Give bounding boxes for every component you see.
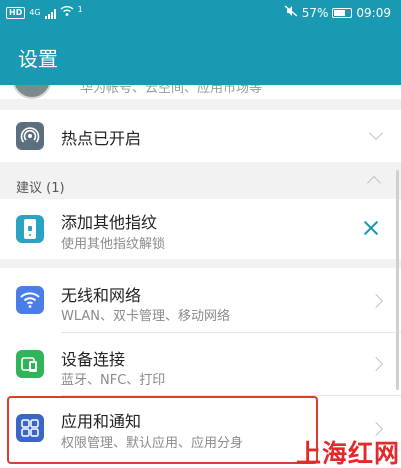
suggestion-title: 添加其他指纹 [61, 213, 158, 232]
list-item-title: 设备连接 [61, 350, 126, 369]
status-bar: HD 4G 1 57% 09:09 [0, 0, 401, 27]
wifi-icon [16, 286, 44, 314]
signal-icon [44, 7, 56, 19]
list-item-wireless[interactable]: 无线和网络 WLAN、双卡管理、移动网络 [0, 268, 401, 332]
battery-icon [332, 7, 353, 18]
page-title: 设置 [18, 47, 58, 71]
hotspot-row[interactable]: 热点已开启 [0, 110, 401, 162]
hotspot-title: 热点已开启 [61, 129, 142, 148]
hd-badge: HD [6, 6, 26, 19]
hotspot-icon [16, 122, 44, 150]
chevron-right-icon [368, 356, 384, 372]
clock: 09:09 [356, 5, 391, 20]
device-connection-icon [16, 350, 44, 378]
network-type: 4G [29, 8, 41, 17]
account-row[interactable]: 华为帐号、云空间、应用市场等 [0, 85, 401, 99]
close-icon[interactable] [363, 220, 379, 236]
suggestion-row[interactable]: 添加其他指纹 使用其他指纹解锁 [0, 199, 401, 259]
scrollbar[interactable] [396, 170, 399, 390]
wifi-icon [60, 5, 74, 20]
mute-icon [284, 5, 298, 20]
highlight-box [7, 396, 318, 464]
battery-percent: 57% [301, 5, 329, 20]
chevron-down-icon[interactable] [368, 125, 384, 141]
chevron-up-icon[interactable] [366, 175, 382, 191]
account-subtitle: 华为帐号、云空间、应用市场等 [80, 85, 263, 96]
list-item-device-connection[interactable]: 设备连接 蓝牙、NFC、打印 [0, 333, 401, 395]
watermark: 上海红网 [296, 439, 401, 468]
suggestion-subtitle: 使用其他指纹解锁 [61, 237, 166, 252]
list-item-title: 无线和网络 [61, 286, 142, 305]
wifi-sup: 1 [77, 5, 83, 14]
list-item-subtitle: WLAN、双卡管理、移动网络 [61, 309, 231, 324]
title-bar: 设置 [0, 27, 401, 85]
chevron-right-icon [368, 293, 384, 309]
suggestions-label: 建议 (1) [16, 181, 65, 196]
avatar [12, 85, 52, 99]
list-item-subtitle: 蓝牙、NFC、打印 [61, 373, 166, 388]
fingerprint-phone-icon [16, 215, 44, 243]
